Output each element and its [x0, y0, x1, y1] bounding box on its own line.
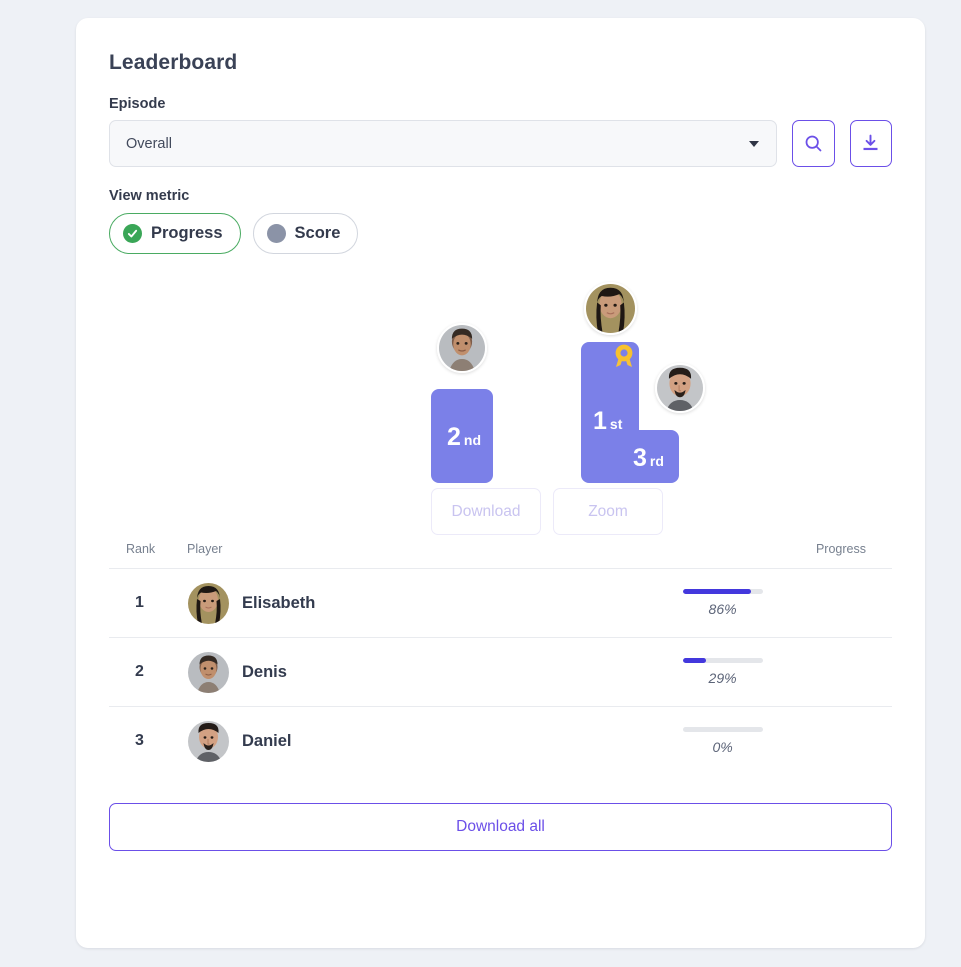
avatar: [188, 720, 229, 762]
view-metric-label: View metric: [109, 188, 190, 204]
podium-chart: 2nd 1st 3rd Download Zoom: [109, 270, 892, 535]
row-progress: 29%: [576, 638, 892, 707]
table-header-row: Rank Player Progress: [109, 542, 892, 569]
table-row[interactable]: 1 Elisabeth 86%: [109, 568, 892, 638]
column-header-player: Player: [187, 542, 223, 556]
chevron-down-icon: [749, 140, 759, 147]
view-metric-toggle-group: Progress Score: [109, 213, 892, 254]
podium-action-buttons: Download Zoom: [431, 488, 663, 535]
page-title: Leaderboard: [109, 51, 238, 74]
metric-option-score[interactable]: Score: [252, 213, 359, 254]
medal-icon: [615, 344, 633, 367]
podium-download-button[interactable]: Download: [431, 488, 541, 535]
row-player: Daniel: [187, 707, 576, 776]
row-rank: 3: [135, 732, 144, 750]
podium-rank-3rd: 3rd: [633, 444, 664, 472]
episode-select-value: Overall: [109, 120, 777, 167]
download-icon: [863, 134, 878, 151]
player-name: Denis: [242, 662, 287, 681]
column-header-rank: Rank: [126, 542, 156, 556]
episode-label: Episode: [109, 96, 166, 112]
search-icon: [805, 135, 822, 152]
download-button[interactable]: [849, 120, 892, 167]
row-rank: 2: [135, 663, 144, 680]
progress-value: 29%: [708, 670, 737, 686]
podium-zoom-button[interactable]: Zoom: [553, 488, 663, 535]
download-all-button[interactable]: Download all: [109, 802, 892, 851]
table-row[interactable]: 2 Denis 29%: [109, 637, 892, 707]
metric-option-label: Score: [294, 224, 341, 242]
column-header-progress: Progress: [815, 542, 866, 556]
player-name: Elisabeth: [242, 593, 316, 612]
progress-value: 0%: [712, 739, 733, 756]
avatar: [188, 651, 229, 693]
episode-select[interactable]: Overall: [109, 120, 777, 167]
check-circle-icon: [123, 224, 142, 243]
progress-value: 86%: [708, 601, 737, 617]
row-progress: 0%: [576, 707, 892, 776]
player-name: Daniel: [242, 731, 292, 750]
table-row[interactable]: 3 Daniel 0%: [109, 706, 892, 776]
podium-avatar-1st: [584, 282, 637, 335]
progress-bar: [682, 727, 763, 733]
row-rank: 1: [135, 594, 144, 611]
row-player: Denis: [187, 638, 576, 707]
metric-option-label: Progress: [151, 224, 223, 242]
filled-circle-icon: [266, 224, 286, 243]
progress-bar-fill: [682, 658, 706, 663]
episode-controls: Overall: [109, 120, 892, 167]
row-progress: 86%: [576, 569, 892, 638]
progress-bar: [682, 658, 763, 663]
progress-bar-fill: [682, 589, 752, 594]
podium-avatar-2nd: [437, 323, 487, 373]
metric-option-progress[interactable]: Progress: [109, 213, 241, 254]
podium-avatar-3rd: [655, 363, 705, 413]
progress-bar: [682, 589, 763, 594]
leaderboard-table: Rank Player Progress 1 Elisabeth 86% 2 D…: [109, 542, 892, 776]
podium-rank-2nd: 2nd: [447, 423, 482, 451]
podium-rank-1st: 1st: [593, 407, 623, 435]
search-button[interactable]: [792, 120, 835, 167]
avatar: [188, 582, 229, 624]
row-player: Elisabeth: [187, 569, 576, 638]
leaderboard-card: Leaderboard Episode Overall View metric: [76, 18, 925, 948]
